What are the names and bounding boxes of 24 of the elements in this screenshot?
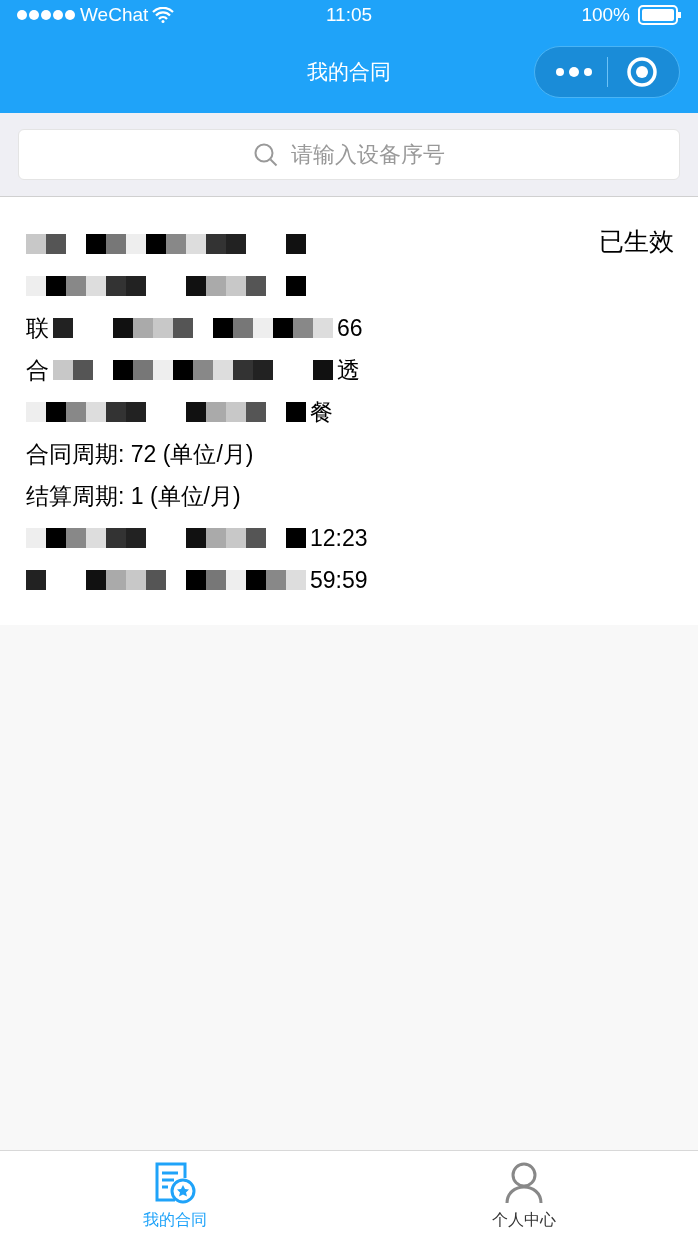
detail-text: 59:59 <box>310 565 368 595</box>
person-icon <box>503 1161 544 1204</box>
status-label: 已生效 <box>599 226 674 257</box>
battery-icon <box>638 5 682 25</box>
page-title: 我的合同 <box>307 58 391 85</box>
detail-text: 餐 <box>310 397 333 427</box>
clock-time: 11:05 <box>325 2 373 27</box>
tab-bar-item[interactable]: 个人中心 <box>349 1151 698 1242</box>
search-icon <box>253 141 279 168</box>
detail-text: 12:23 <box>310 523 368 553</box>
detail-text: 结算周期: 1 (单位/月) <box>26 481 241 511</box>
carrier-label: WeChat <box>80 2 149 27</box>
contract-card[interactable]: 已生效 联 66 合 透 餐 合同周期: 72 (单位/月) 结算周期: 1 (单位/月) 12:23 59:59 <box>0 197 698 625</box>
close-target-icon[interactable] <box>626 56 658 88</box>
detail-text: 66 <box>337 313 363 343</box>
detail-text: 合同周期: 72 (单位/月) <box>26 439 254 469</box>
detail-text: 合 <box>26 355 49 385</box>
battery-percent: 100% <box>581 2 630 27</box>
capsule-menu[interactable] <box>534 46 680 98</box>
more-icon[interactable] <box>555 66 593 78</box>
detail-text: 透 <box>337 355 360 385</box>
wifi-icon <box>152 7 175 23</box>
detail-text: 联 <box>26 313 49 343</box>
signal-icon <box>16 9 76 21</box>
